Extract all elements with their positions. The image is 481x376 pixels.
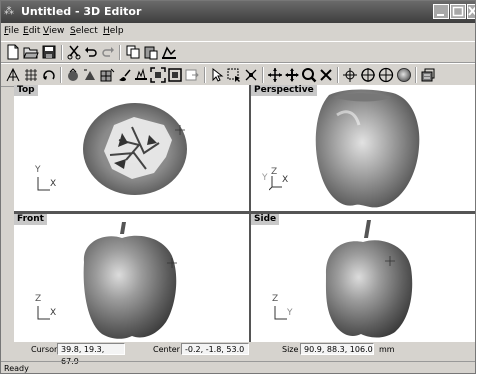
- select-box-icon[interactable]: [226, 67, 242, 83]
- axis-label-z: Z: [272, 294, 279, 304]
- export-icon[interactable]: [184, 67, 200, 83]
- cross-icon[interactable]: [318, 67, 334, 83]
- view-toolbar: [1, 63, 475, 87]
- viewport-perspective[interactable]: Perspective Z Y X: [251, 85, 475, 211]
- pan-icon[interactable]: [267, 67, 283, 83]
- status-text: Ready: [4, 364, 29, 373]
- status-bar: Ready: [1, 361, 475, 373]
- toolbar-separator: [61, 45, 63, 60]
- menu-select[interactable]: Select: [70, 25, 98, 37]
- brush-icon[interactable]: [116, 67, 132, 83]
- menu-view[interactable]: View: [43, 25, 64, 37]
- title-bar[interactable]: ⁂ Untitled - 3D Editor: [1, 1, 475, 23]
- open-folder-icon[interactable]: [23, 44, 39, 60]
- size-value: 90.9, 88.3, 106.0: [300, 343, 374, 355]
- cut-icon[interactable]: [66, 44, 82, 60]
- axis-label-y: Y: [287, 308, 293, 318]
- undo-icon[interactable]: [83, 44, 99, 60]
- viewport-front[interactable]: Front Z X: [14, 214, 249, 342]
- center-value: -0.2, -1.8, 53.0: [181, 343, 249, 355]
- axis-label-z: Z: [35, 294, 42, 304]
- menu-help-label: elp: [109, 26, 124, 36]
- toolbar-separator: [60, 67, 62, 83]
- viewport-top[interactable]: Top Y X: [14, 85, 249, 211]
- maximize-icon: [452, 6, 464, 17]
- app-window: ⁂ Untitled - 3D Editor File Edit View Se…: [0, 0, 476, 374]
- rotate-icon[interactable]: [41, 67, 57, 83]
- size-unit: mm: [379, 345, 395, 354]
- grid-icon[interactable]: [23, 67, 39, 83]
- axis-label-x: X: [282, 175, 289, 185]
- paste-icon[interactable]: [143, 44, 159, 60]
- move-icon[interactable]: [284, 67, 300, 83]
- minimize-button[interactable]: [433, 4, 449, 19]
- target-icon[interactable]: [360, 67, 376, 83]
- toolbar-separator: [204, 67, 206, 83]
- render-icon[interactable]: [420, 67, 436, 83]
- save-icon[interactable]: [41, 44, 57, 60]
- menu-view-label: iew: [48, 26, 65, 36]
- axis-label-x: X: [50, 308, 57, 318]
- sculpt-icon[interactable]: [133, 67, 149, 83]
- close-icon: [468, 6, 475, 16]
- sphere-icon[interactable]: [65, 67, 81, 83]
- menu-help[interactable]: Help: [103, 25, 124, 37]
- toolbar-separator: [337, 67, 339, 83]
- fit-selection-icon[interactable]: [167, 67, 183, 83]
- shaded-sphere-icon[interactable]: [396, 67, 412, 83]
- menu-bar: File Edit View Select Help: [1, 23, 475, 40]
- menu-help-accel: H: [103, 26, 110, 36]
- axis-label-x: X: [50, 179, 57, 189]
- redo-icon[interactable]: [100, 44, 116, 60]
- cursor-label: Cursor: [31, 345, 58, 354]
- menu-select-label: elect: [75, 26, 98, 36]
- coordinates-bar: Cursor 39.8, 19.3, 67.9 Center -0.2, -1.…: [1, 342, 475, 366]
- crosshair-icon[interactable]: [342, 67, 358, 83]
- axis-label-y: Y: [262, 173, 268, 183]
- toolbar-separator: [415, 67, 417, 83]
- fit-all-icon[interactable]: [150, 67, 166, 83]
- zoom-icon[interactable]: [301, 67, 317, 83]
- maximize-button[interactable]: [450, 4, 466, 19]
- viewport-splitter-horizontal[interactable]: [14, 211, 475, 214]
- standard-toolbar: [1, 41, 475, 63]
- orbit-icon[interactable]: [378, 67, 394, 83]
- copy-icon[interactable]: [125, 44, 141, 60]
- menu-file-label: ile: [8, 26, 20, 36]
- window-title: Untitled - 3D Editor: [21, 5, 142, 18]
- move-object-icon[interactable]: [243, 67, 259, 83]
- new-file-icon[interactable]: [5, 44, 21, 60]
- viewport-side[interactable]: Side Z Y: [251, 214, 475, 342]
- cursor-value: 39.8, 19.3, 67.9: [57, 343, 125, 366]
- minimize-icon: [437, 14, 444, 16]
- menu-edit[interactable]: Edit: [23, 25, 40, 37]
- select-icon[interactable]: [209, 67, 225, 83]
- toolbar-separator: [119, 45, 121, 60]
- smooth-icon[interactable]: [82, 67, 98, 83]
- wireframe-icon[interactable]: [5, 67, 21, 83]
- menu-file[interactable]: File: [4, 25, 19, 37]
- app-icon[interactable]: ⁂: [4, 6, 14, 18]
- toolbar-separator: [262, 67, 264, 83]
- center-label: Center: [153, 345, 180, 354]
- model-icon[interactable]: [161, 44, 177, 60]
- size-label: Size: [282, 345, 299, 354]
- mesh-icon[interactable]: [99, 67, 115, 83]
- menu-edit-label: dit: [28, 26, 41, 36]
- axis-label-y: Y: [35, 165, 41, 175]
- close-button[interactable]: [467, 4, 475, 19]
